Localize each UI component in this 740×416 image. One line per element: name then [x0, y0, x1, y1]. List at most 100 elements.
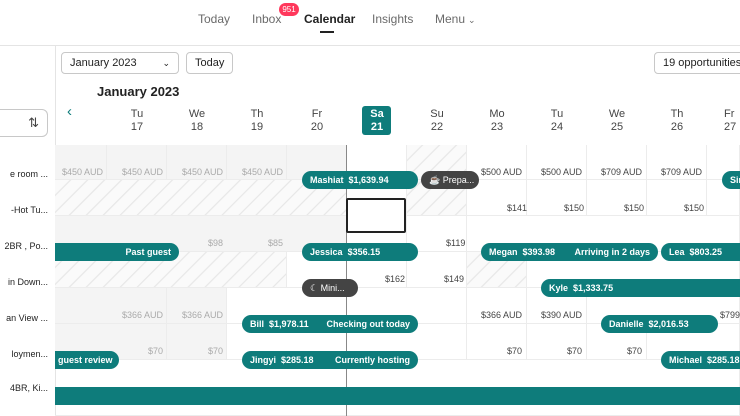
day-header: Fr 20 [287, 108, 347, 134]
reservation-bar-past-guest[interactable]: Past guest [55, 243, 179, 261]
reservation-amount: $393.98 [522, 247, 556, 257]
nightly-price: $450 AUD [122, 167, 164, 177]
listing-name[interactable]: e room ... [0, 169, 48, 179]
nav-insights[interactable]: Insights [372, 12, 413, 26]
reservation-amount: $285.18 [281, 355, 314, 365]
reservation-amount: $1,639.94 [348, 175, 389, 185]
listing-name[interactable]: -Hot Tu... [0, 205, 48, 215]
nav-today[interactable]: Today [198, 12, 230, 26]
month-select[interactable]: January 2023 ⌄ [61, 52, 179, 74]
day-header: Tu 17 [107, 108, 167, 134]
guest-name: Sim [730, 175, 740, 185]
selected-date-cell[interactable] [346, 198, 406, 233]
nightly-price: $70 [148, 346, 164, 356]
day-header: Tu 24 [527, 108, 587, 134]
reservation-amount: $1,333.75 [573, 283, 614, 293]
reservation-bar-bill[interactable]: Bill $1,978.11 Checking out today [242, 315, 418, 333]
reservation-amount: $1,978.11 [269, 319, 309, 329]
guest-name: Jingyi [250, 355, 277, 365]
nightly-price: $70 [567, 346, 583, 356]
chevron-left-icon[interactable]: ‹ [67, 103, 72, 120]
active-tab-underline [320, 31, 334, 33]
day-header: Mo 23 [467, 108, 527, 134]
opportunities-button[interactable]: 19 opportunities [654, 52, 740, 74]
nightly-price: $799 [720, 310, 740, 320]
reservation-bar-michael[interactable]: Michael $285.18 [661, 351, 740, 369]
reservation-bar-mini[interactable]: ☾ Mini... [302, 279, 358, 297]
nav-menu[interactable]: Menu ⌄ [435, 12, 476, 26]
reservation-label: guest review [58, 355, 113, 365]
chevron-down-icon: ⌄ [162, 58, 170, 68]
nightly-price: $709 AUD [601, 167, 643, 177]
nav-inbox[interactable]: Inbox [252, 12, 281, 26]
reservation-bar-mashiat[interactable]: Mashiat $1,639.94 [302, 171, 418, 189]
day-of-week: Su [430, 108, 444, 120]
reservation-status: Currently hosting [334, 355, 410, 365]
nightly-price: $450 AUD [182, 167, 224, 177]
day-number: 21 [370, 121, 384, 133]
reservation-bar-prepa[interactable]: ☕ Prepa... [421, 171, 479, 189]
nightly-price: $366 AUD [122, 310, 164, 320]
day-header: We 18 [167, 108, 227, 134]
reservation-amount: $803.25 [689, 247, 723, 257]
day-header: Th 19 [227, 108, 287, 134]
day-number: 23 [490, 121, 504, 133]
nightly-price: $150 [684, 203, 705, 213]
nightly-price: $366 AUD [481, 310, 523, 320]
listing-name[interactable]: an View ... [0, 313, 48, 323]
reservation-bar-guest-review[interactable]: guest review [55, 351, 119, 369]
nightly-price: $450 AUD [242, 167, 284, 177]
day-number: 18 [190, 121, 204, 133]
listing-name[interactable]: 4BR, Ki... [0, 383, 48, 393]
reservation-bar-danielle[interactable]: Danielle $2,016.53 [601, 315, 718, 333]
reservation-amount: $356.15 [347, 247, 381, 257]
day-number: 17 [130, 121, 144, 133]
day-number: 27 [724, 121, 737, 133]
nightly-price: $162 [385, 274, 406, 284]
reservation-bar-jingyi[interactable]: Jingyi $285.18 Currently hosting [242, 351, 418, 369]
nightly-price: $70 [507, 346, 523, 356]
day-header: Su 22 [407, 108, 467, 134]
day-header: We 25 [587, 108, 647, 134]
nightly-price: $709 AUD [661, 167, 703, 177]
reservation-amount: $2,016.53 [648, 319, 689, 329]
nightly-price: $141 [507, 203, 528, 213]
day-of-week: Th [250, 108, 264, 120]
day-number: 20 [310, 121, 324, 133]
nightly-price: $70 [208, 346, 224, 356]
reservation-bar-long[interactable] [55, 387, 740, 405]
listing-name[interactable]: 2BR , Po... [0, 241, 48, 251]
listing-name[interactable]: loymen... [0, 349, 48, 359]
day-number: 24 [550, 121, 564, 133]
inbox-badge: 951 [279, 3, 299, 16]
nightly-price: $390 AUD [541, 310, 583, 320]
nightly-price: $366 AUD [182, 310, 224, 320]
listing-filter-button[interactable]: ⇅ [0, 109, 48, 137]
day-of-week: Tu [130, 108, 144, 120]
day-of-week: We [188, 108, 206, 120]
guest-name: Danielle [609, 319, 644, 329]
day-number: 25 [610, 121, 624, 133]
reservation-bar-sim[interactable]: Sim [722, 171, 740, 189]
guest-name: Jessica [310, 247, 343, 257]
reservation-bar-jessica[interactable]: Jessica $356.15 [302, 243, 418, 261]
nav-calendar[interactable]: Calendar [304, 12, 355, 26]
day-header: Th 26 [647, 108, 707, 134]
reservation-status: Arriving in 2 days [574, 247, 650, 257]
day-number: 19 [250, 121, 264, 133]
chevron-down-icon: ⌄ [468, 15, 476, 25]
day-of-week: Sa [370, 108, 384, 120]
nightly-price: $150 [564, 203, 585, 213]
guest-name: Prepa... [442, 175, 475, 185]
reservation-bar-megan[interactable]: Megan $393.98 Arriving in 2 days [481, 243, 658, 261]
guest-name: Mashiat [310, 175, 344, 185]
day-number: 26 [670, 121, 684, 133]
reservation-bar-lea[interactable]: Lea $803.25 [661, 243, 740, 261]
nightly-price: $85 [268, 238, 284, 248]
reservation-status: Checking out today [326, 319, 410, 329]
today-button[interactable]: Today [186, 52, 234, 74]
reservation-bar-kyle[interactable]: Kyle $1,333.75 [541, 279, 740, 297]
coffee-icon: ☕ [429, 175, 441, 185]
guest-name: Mini... [320, 283, 345, 293]
listing-name[interactable]: in Down... [0, 277, 48, 287]
